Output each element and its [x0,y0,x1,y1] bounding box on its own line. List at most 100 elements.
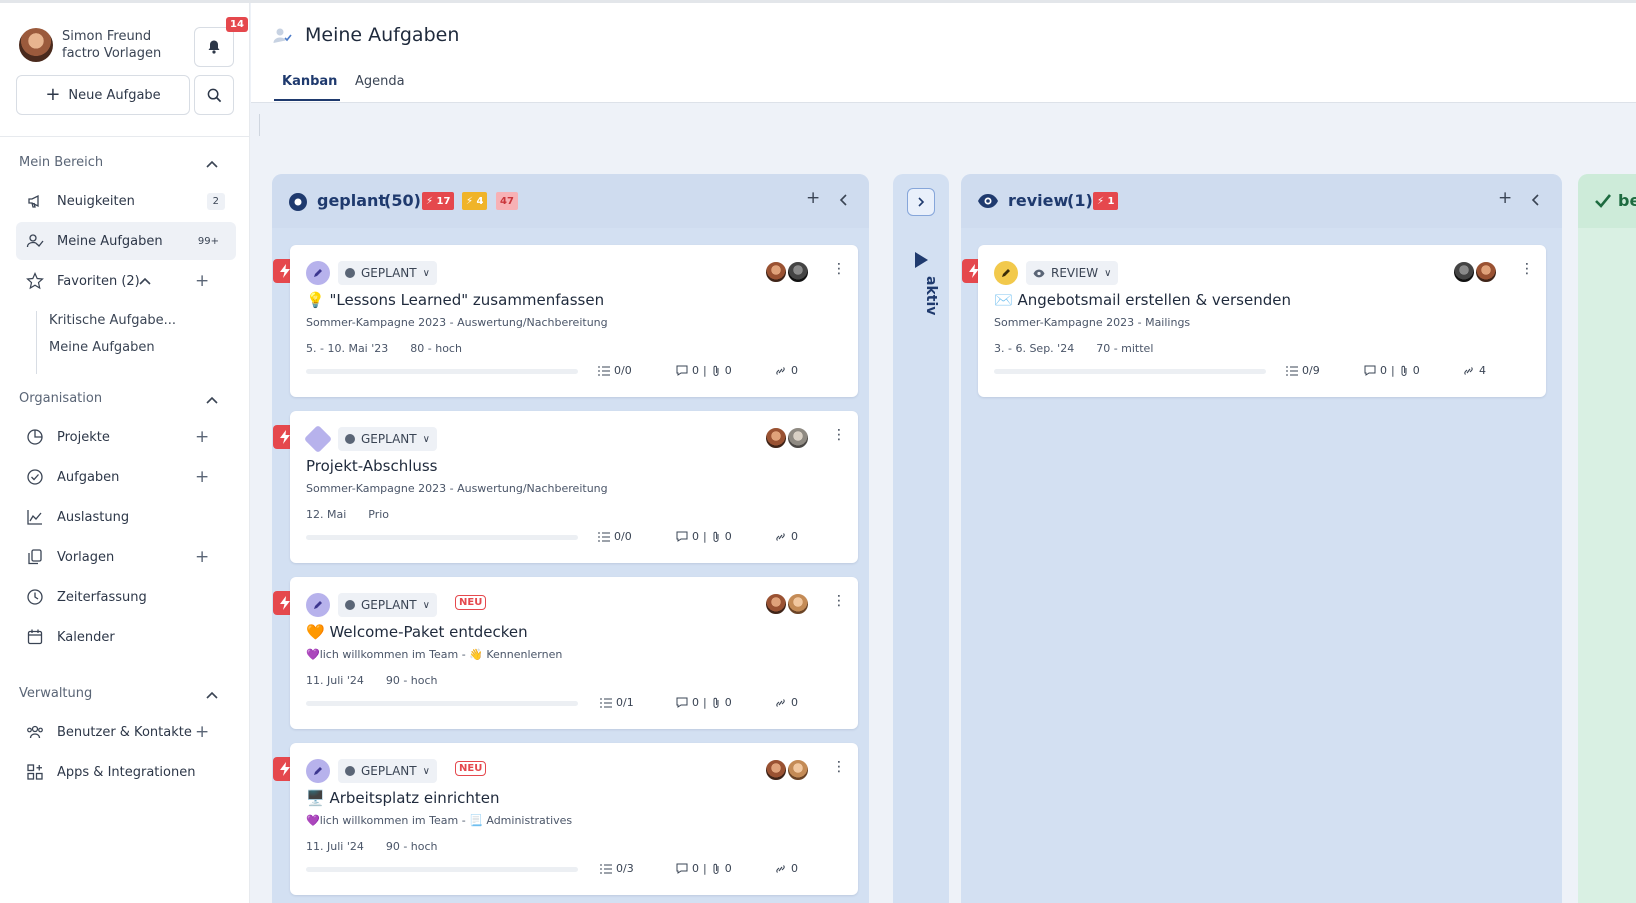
add-user-button[interactable]: + [195,722,209,742]
checklist-stat: 0/9 [1286,364,1320,377]
status-dropdown[interactable]: GEPLANT ∨ [338,593,437,617]
more-options-button[interactable]: ⋮ [832,427,846,443]
new-task-button[interactable]: + Neue Aufgabe [16,75,190,115]
comments-stat: 0 | 0 [676,862,732,875]
notifications-button[interactable] [194,27,234,67]
chevron-left-icon[interactable] [1529,193,1543,207]
card-title[interactable]: ✉️ Angebotsmail erstellen & versenden [994,291,1291,309]
task-card[interactable]: REVIEW ∨ ⋮ ✉️ Angebotsmail erstellen & ve… [978,245,1546,397]
sidebar-item-kalender[interactable]: Kalender [16,618,236,656]
card-title[interactable]: 🧡 Welcome-Paket entdecken [306,623,528,641]
avatar [764,592,788,616]
tab-agenda[interactable]: Agenda [355,74,405,89]
pencil-icon[interactable] [306,261,330,285]
sidebar-item-apps-integrationen[interactable]: Apps & Integrationen [16,753,236,791]
sidebar-item-projekte[interactable]: Projekte + [16,418,236,456]
sidebar-item-vorlagen[interactable]: Vorlagen + [16,538,236,576]
sidebar-item-label: Projekte [57,429,110,445]
task-card[interactable]: GEPLANT ∨ ⋮ Projekt-Abschluss Sommer-Kamp… [290,411,858,563]
attachment-count: 0 [724,862,732,875]
card-project[interactable]: Sommer-Kampagne 2023 - Auswertung/Nachbe… [306,482,608,495]
chip-value: 17 [436,195,451,207]
tab-kanban[interactable]: Kanban [282,74,337,89]
avatar [1452,260,1476,284]
chevron-up-icon[interactable] [205,157,219,171]
add-task-button[interactable]: + [195,467,209,487]
status-label: REVIEW [1051,266,1099,280]
search-button[interactable] [194,75,234,115]
active-tab-indicator [274,99,340,101]
paperclip-icon [713,697,719,708]
card-project[interactable]: Sommer-Kampagne 2023 - Auswertung/Nachbe… [306,316,608,329]
card-date: 3. - 6. Sep. '24 [994,342,1075,355]
add-project-button[interactable]: + [195,427,209,447]
status-dropdown[interactable]: GEPLANT ∨ [338,759,437,783]
link-icon [776,864,785,873]
chip-value: 1 [1107,195,1115,207]
chevron-up-icon[interactable] [205,393,219,407]
user-check-icon [26,234,44,248]
pencil-icon[interactable] [306,593,330,617]
user-profile[interactable]: Simon Freund factro Vorlagen [19,28,161,62]
favorite-link[interactable]: Kritische Aufgabe... [49,313,176,328]
sidebar-item-label: Zeiterfassung [57,589,147,605]
status-dot-icon [345,268,355,278]
column-title: review [1008,191,1069,210]
sidebar-item-meine-aufgaben[interactable]: Meine Aufgaben 99+ [16,222,236,260]
attachment-count: 0 [1412,364,1420,377]
links-stat: 0 [774,530,798,543]
bell-icon [208,40,220,54]
pencil-icon[interactable] [994,261,1018,285]
checklist-count: 0/3 [616,862,634,875]
card-project[interactable]: 💜lich willkommen im Team - 👋 Kennenlerne… [306,648,562,661]
sidebar-item-auslastung[interactable]: Auslastung [16,498,236,536]
status-dropdown[interactable]: GEPLANT ∨ [338,261,437,285]
sidebar-item-benutzer-kontakte[interactable]: Benutzer & Kontakte + [16,713,236,751]
comment-icon [676,365,688,376]
card-priority: 70 - mittel [1096,342,1154,355]
card-project[interactable]: Sommer-Kampagne 2023 - Mailings [994,316,1190,329]
sidebar-item-favoriten[interactable]: Favoriten (2) + [16,262,236,300]
card-date: 5. - 10. Mai '23 [306,342,389,355]
task-card[interactable]: GEPLANT ∨ ⋮ 💡 "Lessons Learned" zusammenf… [290,245,858,397]
sidebar-item-neuigkeiten[interactable]: Neuigkeiten 2 [16,182,236,220]
sidebar-item-zeiterfassung[interactable]: Zeiterfassung [16,578,236,616]
more-options-button[interactable]: ⋮ [1520,261,1534,277]
pencil-icon[interactable] [306,759,330,783]
add-template-button[interactable]: + [195,547,209,567]
chevron-up-icon[interactable] [138,274,152,288]
card-title[interactable]: 🖥️ Arbeitsplatz einrichten [306,789,500,807]
more-options-button[interactable]: ⋮ [832,593,846,609]
add-card-button[interactable]: + [806,188,820,208]
more-options-button[interactable]: ⋮ [832,759,846,775]
comment-count: 0 [692,862,699,875]
checklist-stat: 0/3 [600,862,634,875]
card-priority: Prio [368,508,390,521]
task-card[interactable]: GEPLANT ∨ NEU ⋮ 🖥️ Arbeitsplatz einrichte… [290,743,858,895]
column-header: review (1) ⚡ 1 + [961,174,1562,228]
new-badge: NEU [455,761,487,776]
status-dropdown[interactable]: REVIEW ∨ [1026,261,1119,285]
milestone-icon[interactable] [303,424,333,454]
sidebar-item-aufgaben[interactable]: Aufgaben + [16,458,236,496]
comment-count: 0 [1380,364,1387,377]
status-label: GEPLANT [361,764,417,778]
new-task-label: Neue Aufgabe [68,87,161,103]
expand-column-button[interactable] [907,188,935,216]
user-name: Simon Freund [62,29,152,44]
sidebar-item-label: Aufgaben [57,469,120,485]
task-card[interactable]: GEPLANT ∨ NEU ⋮ 🧡 Welcome-Paket entdecken… [290,577,858,729]
add-favorite-button[interactable]: + [195,271,209,291]
user-check-icon [273,28,292,43]
card-title[interactable]: Projekt-Abschluss [306,457,438,475]
card-project[interactable]: 💜lich willkommen im Team - 📃 Administrat… [306,814,572,827]
status-dropdown[interactable]: GEPLANT ∨ [338,427,437,451]
calendar-icon [27,629,43,645]
card-title[interactable]: 💡 "Lessons Learned" zusammenfassen [306,291,604,309]
chevron-up-icon[interactable] [205,688,219,702]
favorite-link[interactable]: Meine Aufgaben [49,340,155,355]
add-card-button[interactable]: + [1498,188,1512,208]
chevron-left-icon[interactable] [837,193,851,207]
paperclip-icon [713,531,719,542]
more-options-button[interactable]: ⋮ [832,261,846,277]
